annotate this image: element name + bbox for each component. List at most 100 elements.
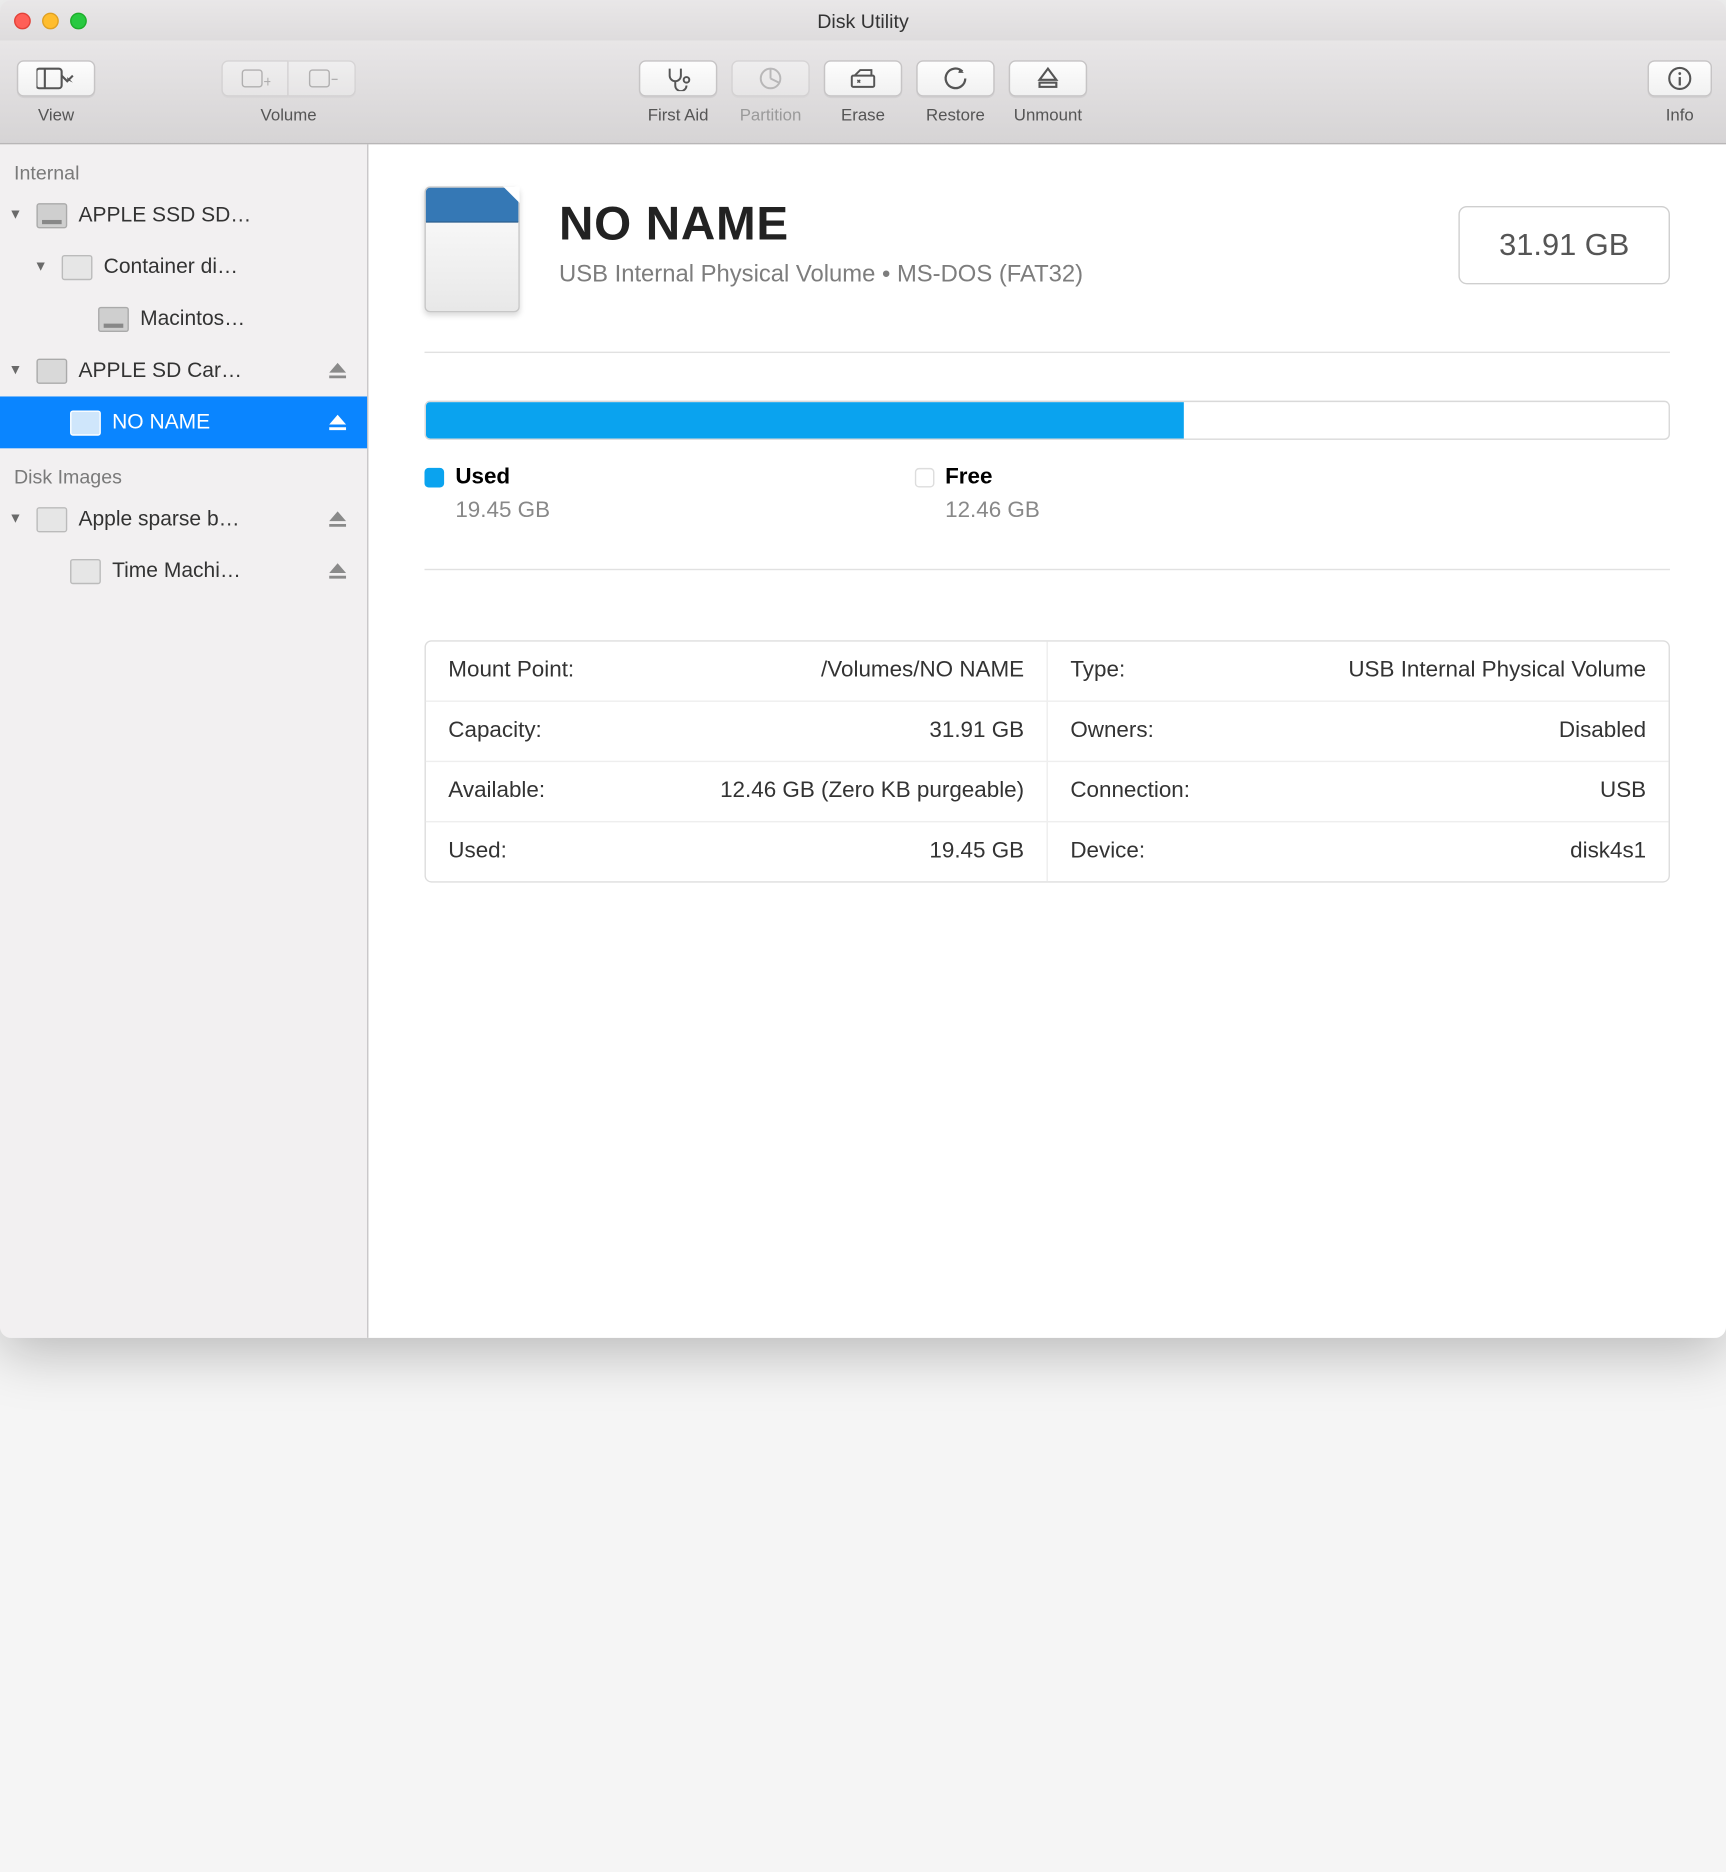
volume-remove-button: −	[289, 60, 356, 96]
partition-button	[731, 60, 809, 96]
detail-key: Connection:	[1070, 779, 1190, 804]
restore-icon	[943, 65, 968, 90]
partition-label: Partition	[740, 104, 802, 124]
sidebar-item-label: Container di…	[104, 255, 238, 279]
volume-subtitle: USB Internal Physical Volume • MS-DOS (F…	[559, 261, 1419, 289]
restore-label: Restore	[926, 104, 985, 124]
info-label: Info	[1666, 104, 1694, 124]
sidebar-item-label: Time Machi…	[112, 559, 241, 583]
sidebar-item-label: Apple sparse b…	[78, 507, 239, 531]
unmount-button[interactable]	[1009, 60, 1087, 96]
first-aid-label: First Aid	[648, 104, 709, 124]
erase-button[interactable]	[824, 60, 902, 96]
legend-swatch-used	[424, 468, 444, 488]
sidebar-item-macintosh-hd[interactable]: Macintos…	[0, 293, 367, 345]
disclosure-triangle-icon[interactable]: ▼	[8, 512, 22, 526]
disclosure-triangle-icon[interactable]: ▼	[34, 260, 48, 274]
sd-card-reader-icon	[36, 358, 67, 383]
detail-value: 31.91 GB	[929, 719, 1024, 744]
detail-row: Capacity: 31.91 GB	[426, 702, 1047, 762]
volume-size-badge: 31.91 GB	[1458, 206, 1669, 284]
eject-icon[interactable]	[328, 561, 348, 581]
legend-swatch-free	[914, 468, 934, 488]
detail-value: USB Internal Physical Volume	[1348, 658, 1646, 683]
sidebar-item-apple-ssd[interactable]: ▼ APPLE SSD SD…	[0, 189, 367, 241]
sidebar-header-internal: Internal	[0, 156, 367, 190]
info-button[interactable]	[1648, 60, 1712, 96]
detail-table: Mount Point: /Volumes/NO NAME Capacity: 31…	[424, 640, 1669, 882]
detail-row: Device: disk4s1	[1048, 822, 1669, 881]
detail-row: Type: USB Internal Physical Volume	[1048, 642, 1669, 702]
sidebar: Internal ▼ APPLE SSD SD… ▼ Container di……	[0, 144, 368, 1338]
volume-icon	[62, 254, 93, 279]
volume-add-button: +	[221, 60, 288, 96]
window-title: Disk Utility	[0, 9, 1726, 31]
eject-icon[interactable]	[328, 509, 348, 529]
svg-text:+: +	[263, 73, 270, 89]
eject-icon[interactable]	[328, 413, 348, 433]
usage-bar-used	[426, 402, 1184, 438]
detail-row: Mount Point: /Volumes/NO NAME	[426, 642, 1047, 702]
detail-row: Owners:Disabled	[1048, 702, 1669, 762]
titlebar: Disk Utility	[0, 0, 1726, 41]
eject-icon[interactable]	[328, 361, 348, 381]
sidebar-item-label: APPLE SD Car…	[78, 359, 242, 383]
legend-used-label: Used	[455, 465, 510, 490]
sidebar-header-disk-images: Disk Images	[0, 460, 367, 494]
divider	[424, 352, 1669, 353]
partition-icon	[758, 65, 783, 90]
legend-free: Free 12.46 GB	[914, 465, 1040, 524]
volume-add-icon: +	[240, 67, 271, 89]
detail-key: Available:	[448, 779, 545, 804]
sd-volume-icon	[70, 410, 101, 435]
sidebar-item-label: APPLE SSD SD…	[78, 203, 251, 227]
detail-key: Used:	[448, 839, 507, 864]
usage-bar	[424, 401, 1669, 440]
legend-free-label: Free	[945, 465, 992, 490]
toolbar: View + − Volume First Aid	[0, 41, 1726, 145]
hard-drive-icon	[98, 306, 129, 331]
disk-image-icon	[36, 506, 67, 531]
legend-free-value: 12.46 GB	[945, 499, 1040, 524]
detail-col-left: Mount Point: /Volumes/NO NAME Capacity: 31…	[426, 642, 1048, 882]
erase-label: Erase	[841, 104, 885, 124]
info-icon	[1667, 65, 1692, 90]
svg-text:−: −	[330, 69, 337, 89]
detail-value: /Volumes/NO NAME	[821, 658, 1024, 683]
volume-label: Volume	[261, 104, 317, 124]
unmount-label: Unmount	[1014, 104, 1082, 124]
stethoscope-icon	[664, 65, 692, 90]
disclosure-triangle-icon[interactable]: ▼	[8, 208, 22, 222]
sidebar-item-time-machine[interactable]: Time Machi…	[0, 545, 367, 597]
first-aid-button[interactable]	[639, 60, 717, 96]
volume-icon	[70, 558, 101, 583]
sidebar-item-no-name[interactable]: NO NAME	[0, 396, 367, 448]
legend-used: Used 19.45 GB	[424, 465, 550, 524]
detail-value: disk4s1	[1570, 839, 1646, 864]
main-panel: NO NAME USB Internal Physical Volume • M…	[368, 144, 1726, 1338]
legend-used-value: 19.45 GB	[455, 499, 550, 524]
detail-key: Type:	[1070, 658, 1125, 683]
detail-value: USB	[1600, 779, 1646, 804]
sidebar-item-sparse-bundle[interactable]: ▼ Apple sparse b…	[0, 493, 367, 545]
restore-button[interactable]	[916, 60, 994, 96]
disclosure-triangle-icon[interactable]: ▼	[8, 364, 22, 378]
detail-value: 19.45 GB	[929, 839, 1024, 864]
detail-value: Disabled	[1559, 719, 1646, 744]
divider	[424, 569, 1669, 570]
hard-drive-icon	[36, 202, 67, 227]
detail-key: Device:	[1070, 839, 1145, 864]
detail-row: Connection: USB	[1048, 762, 1669, 822]
detail-key: Mount Point:	[448, 658, 574, 683]
detail-value: 12.46 GB (Zero KB purgeable)	[720, 779, 1024, 804]
detail-col-right: Type: USB Internal Physical Volume Owners…	[1048, 642, 1669, 882]
sidebar-item-label: Macintos…	[140, 307, 245, 331]
view-button[interactable]	[17, 60, 95, 96]
detail-key: Capacity:	[448, 719, 541, 744]
sidebar-item-container[interactable]: ▼ Container di…	[0, 241, 367, 293]
eject-icon	[1037, 65, 1059, 90]
sidebar-item-label: NO NAME	[112, 410, 210, 434]
app-window: Disk Utility View + − Volume	[0, 0, 1726, 1338]
volume-name: NO NAME	[559, 198, 1419, 253]
sidebar-item-apple-sd-card[interactable]: ▼ APPLE SD Car…	[0, 345, 367, 397]
